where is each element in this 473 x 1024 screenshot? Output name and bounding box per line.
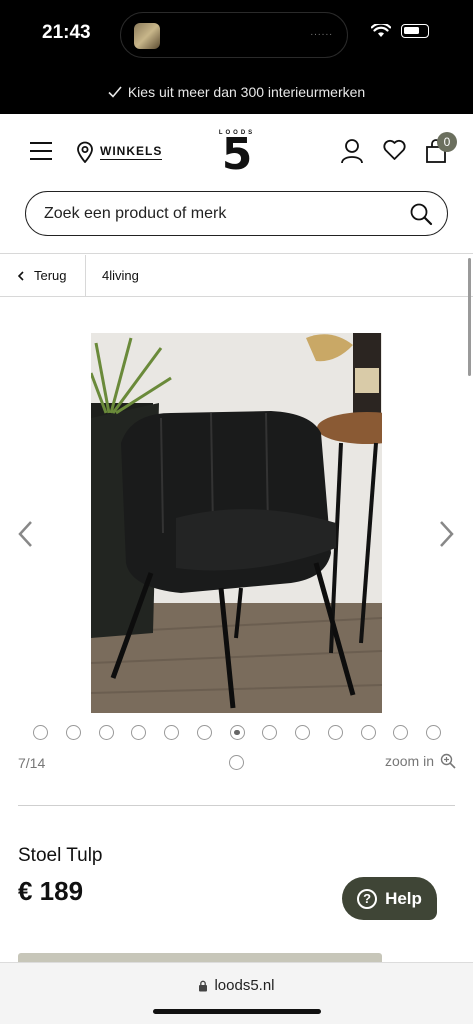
- breadcrumb: Terug 4living: [0, 254, 473, 297]
- status-bar: 21:43 ......: [0, 0, 473, 70]
- wishlist-heart-icon[interactable]: [382, 138, 407, 162]
- gallery-dot[interactable]: [131, 725, 147, 740]
- cart-count-badge: 0: [437, 132, 457, 152]
- product-price: € 189: [18, 876, 84, 906]
- question-mark-icon: ?: [357, 888, 378, 909]
- zoom-label: zoom in: [384, 753, 434, 769]
- battery-icon: [401, 24, 429, 38]
- location-pin-icon: [77, 141, 93, 163]
- usp-text: Kies uit meer dan 300 interieurmerken: [127, 84, 366, 100]
- breadcrumb-brand-link[interactable]: 4living: [86, 268, 139, 283]
- checkmark-icon: [108, 86, 122, 98]
- help-button[interactable]: ? Help: [342, 877, 437, 920]
- stores-link[interactable]: WINKELS: [76, 141, 163, 163]
- menu-icon[interactable]: [30, 142, 52, 160]
- dynamic-island[interactable]: ......: [120, 12, 348, 58]
- scrollbar[interactable]: [468, 258, 471, 376]
- back-label: Terug: [34, 268, 67, 283]
- browser-address-bar[interactable]: loods5.nl: [0, 962, 473, 1024]
- gallery-dot[interactable]: [295, 725, 310, 740]
- search-box[interactable]: [25, 191, 448, 236]
- status-time: 21:43: [42, 22, 91, 43]
- gallery-dot[interactable]: [360, 725, 376, 740]
- gallery-dot-active[interactable]: [229, 725, 245, 740]
- status-icons: [371, 24, 429, 38]
- gallery-dot[interactable]: [229, 755, 244, 770]
- image-counter: 7/14: [18, 755, 46, 771]
- usp-banner: Kies uit meer dan 300 interieurmerken: [0, 70, 473, 114]
- help-label: Help: [385, 888, 422, 908]
- gallery-dot[interactable]: [262, 725, 278, 740]
- gallery-dot[interactable]: [393, 725, 409, 740]
- gallery-dot[interactable]: [98, 725, 114, 740]
- gallery-pagination: [33, 725, 441, 740]
- search-icon[interactable]: [409, 202, 433, 226]
- gallery-dot[interactable]: [196, 725, 212, 740]
- zoom-in-button[interactable]: zoom in: [385, 753, 456, 769]
- logo-number: 5: [221, 129, 253, 180]
- now-playing-thumbnail: [134, 23, 160, 49]
- gallery-dot[interactable]: [426, 725, 441, 740]
- url-display[interactable]: loods5.nl: [0, 977, 473, 994]
- search-input[interactable]: [44, 204, 409, 223]
- wifi-icon: [371, 24, 391, 37]
- gallery-dot[interactable]: [327, 725, 343, 740]
- product-image[interactable]: [91, 333, 382, 713]
- account-icon[interactable]: [340, 138, 364, 164]
- site-header: WINKELS LOODS 5 0: [0, 114, 473, 190]
- chevron-left-icon: [18, 270, 24, 281]
- gallery-dot[interactable]: [65, 725, 81, 740]
- home-indicator[interactable]: [153, 1009, 321, 1014]
- cart-button[interactable]: 0: [425, 132, 457, 169]
- gallery-previous-arrow[interactable]: [17, 520, 33, 548]
- island-indicator: ......: [310, 27, 333, 38]
- stores-label: WINKELS: [100, 144, 163, 160]
- zoom-in-icon: [440, 753, 456, 769]
- gallery-dot[interactable]: [33, 725, 48, 740]
- site-logo[interactable]: LOODS 5: [212, 129, 262, 180]
- search-section: [0, 190, 473, 254]
- divider: [18, 805, 455, 806]
- gallery-next-arrow[interactable]: [439, 520, 455, 548]
- lock-icon: [199, 980, 208, 991]
- url-text: loods5.nl: [214, 977, 275, 994]
- gallery-dot[interactable]: [164, 725, 179, 740]
- product-title: Stoel Tulp: [18, 845, 103, 866]
- back-button[interactable]: Terug: [0, 254, 86, 297]
- chair-photo: [91, 333, 382, 713]
